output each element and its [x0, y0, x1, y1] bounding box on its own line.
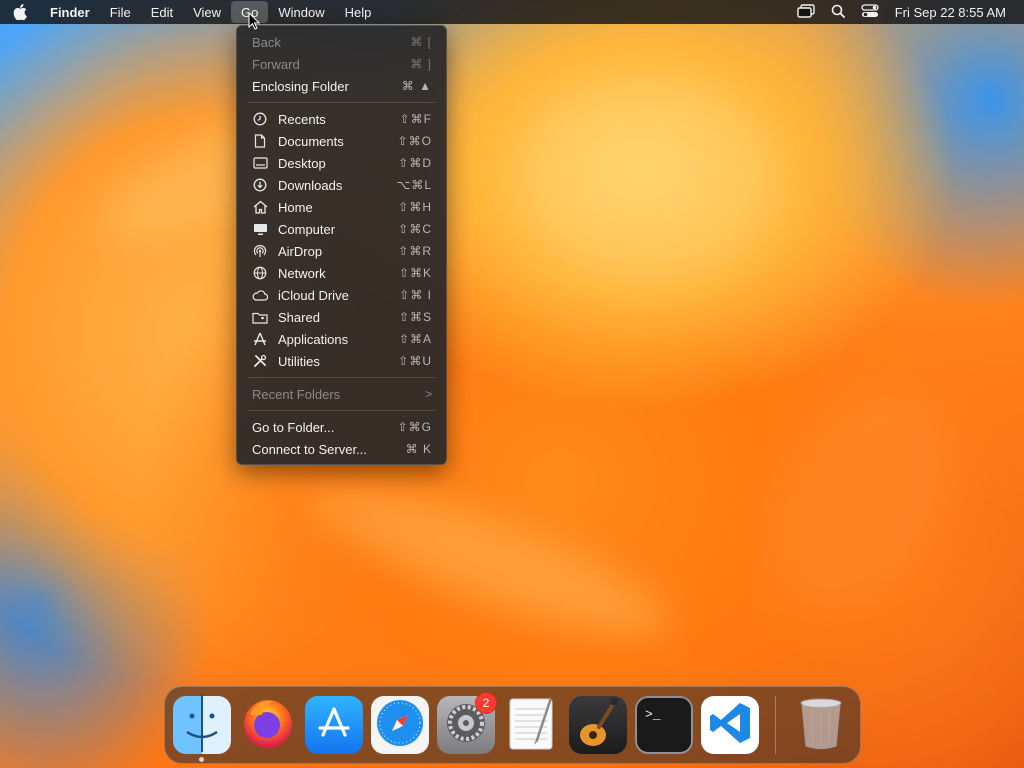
globe-icon: [252, 265, 268, 281]
menu-item-network[interactable]: Network ⇧⌘K: [237, 262, 446, 284]
screen-mirroring-icon[interactable]: [797, 3, 815, 21]
menu-item-forward[interactable]: Forward ⌘ ]: [237, 53, 446, 75]
dock-finder[interactable]: [173, 693, 231, 762]
menu-item-home[interactable]: Home ⇧⌘H: [237, 196, 446, 218]
menu-separator: [247, 102, 436, 103]
vscode-icon: [707, 700, 753, 751]
dock-vscode[interactable]: [701, 696, 759, 754]
clock-icon: [252, 111, 268, 127]
go-menu-dropdown: Back ⌘ [ Forward ⌘ ] Enclosing Folder ⌘ …: [236, 25, 447, 465]
terminal-icon: >_: [639, 700, 689, 751]
tools-icon: [252, 353, 268, 369]
trash-icon: [798, 696, 844, 755]
dock-safari[interactable]: [371, 696, 429, 754]
download-icon: [252, 177, 268, 193]
menu-item-downloads[interactable]: Downloads ⌥⌘L: [237, 174, 446, 196]
document-icon: [252, 133, 268, 149]
menu-separator: [247, 377, 436, 378]
menubar-clock[interactable]: Fri Sep 22 8:55 AM: [895, 5, 1006, 20]
menu-item-icloud-drive[interactable]: iCloud Drive ⇧⌘ I: [237, 284, 446, 306]
menu-item-go-to-folder[interactable]: Go to Folder... ⇧⌘G: [237, 416, 446, 438]
menu-window[interactable]: Window: [268, 1, 334, 23]
dock-garageband[interactable]: [569, 696, 627, 754]
dock-system-settings[interactable]: 2: [437, 692, 497, 754]
menu-file[interactable]: File: [100, 1, 141, 23]
spotlight-search-icon[interactable]: [831, 4, 845, 21]
running-indicator: [199, 757, 204, 762]
menu-help[interactable]: Help: [335, 1, 382, 23]
safari-icon: [374, 697, 426, 754]
desktop-wallpaper: [0, 0, 1024, 768]
menu-item-recents[interactable]: Recents ⇧⌘F: [237, 108, 446, 130]
computer-icon: [252, 221, 268, 237]
shared-folder-icon: [252, 309, 268, 325]
notification-badge: 2: [475, 692, 497, 714]
cloud-icon: [252, 287, 268, 303]
chevron-right-icon: >: [424, 387, 432, 401]
dock-trash[interactable]: [792, 696, 850, 754]
airdrop-icon: [252, 243, 268, 259]
applications-icon: [252, 331, 268, 347]
dock-firefox[interactable]: [239, 696, 297, 754]
textedit-icon: [506, 695, 558, 756]
menu-edit[interactable]: Edit: [141, 1, 183, 23]
menu-item-documents[interactable]: Documents ⇧⌘O: [237, 130, 446, 152]
house-icon: [252, 199, 268, 215]
dock-app-store[interactable]: [305, 696, 363, 754]
dock-textedit[interactable]: [503, 696, 561, 754]
menu-view[interactable]: View: [183, 1, 231, 23]
desktop-icon: [252, 155, 268, 171]
menu-item-shared[interactable]: Shared ⇧⌘S: [237, 306, 446, 328]
apple-logo-icon[interactable]: [0, 0, 40, 24]
menu-item-connect-to-server[interactable]: Connect to Server... ⌘ K: [237, 438, 446, 460]
dock-divider: [775, 696, 776, 754]
menu-item-back[interactable]: Back ⌘ [: [237, 31, 446, 53]
firefox-icon: [240, 695, 296, 756]
dock: 2 >_: [164, 686, 861, 764]
menu-finder[interactable]: Finder: [40, 1, 100, 23]
menu-item-desktop[interactable]: Desktop ⇧⌘D: [237, 152, 446, 174]
menu-item-utilities[interactable]: Utilities ⇧⌘U: [237, 350, 446, 372]
svg-text:>_: >_: [645, 707, 661, 722]
app-store-icon: [314, 703, 354, 748]
control-center-icon[interactable]: [861, 3, 879, 21]
menu-item-airdrop[interactable]: AirDrop ⇧⌘R: [237, 240, 446, 262]
menu-bar: Finder File Edit View Go Window Help Fri…: [0, 0, 1024, 24]
garageband-icon: [575, 697, 621, 754]
finder-icon: [173, 693, 231, 757]
dock-terminal[interactable]: >_: [635, 696, 693, 754]
menu-separator: [247, 410, 436, 411]
menu-item-recent-folders[interactable]: Recent Folders >: [237, 383, 446, 405]
mouse-pointer-icon: [248, 11, 261, 35]
menu-item-enclosing-folder[interactable]: Enclosing Folder ⌘ ▲: [237, 75, 446, 97]
menu-item-computer[interactable]: Computer ⇧⌘C: [237, 218, 446, 240]
menu-item-applications[interactable]: Applications ⇧⌘A: [237, 328, 446, 350]
